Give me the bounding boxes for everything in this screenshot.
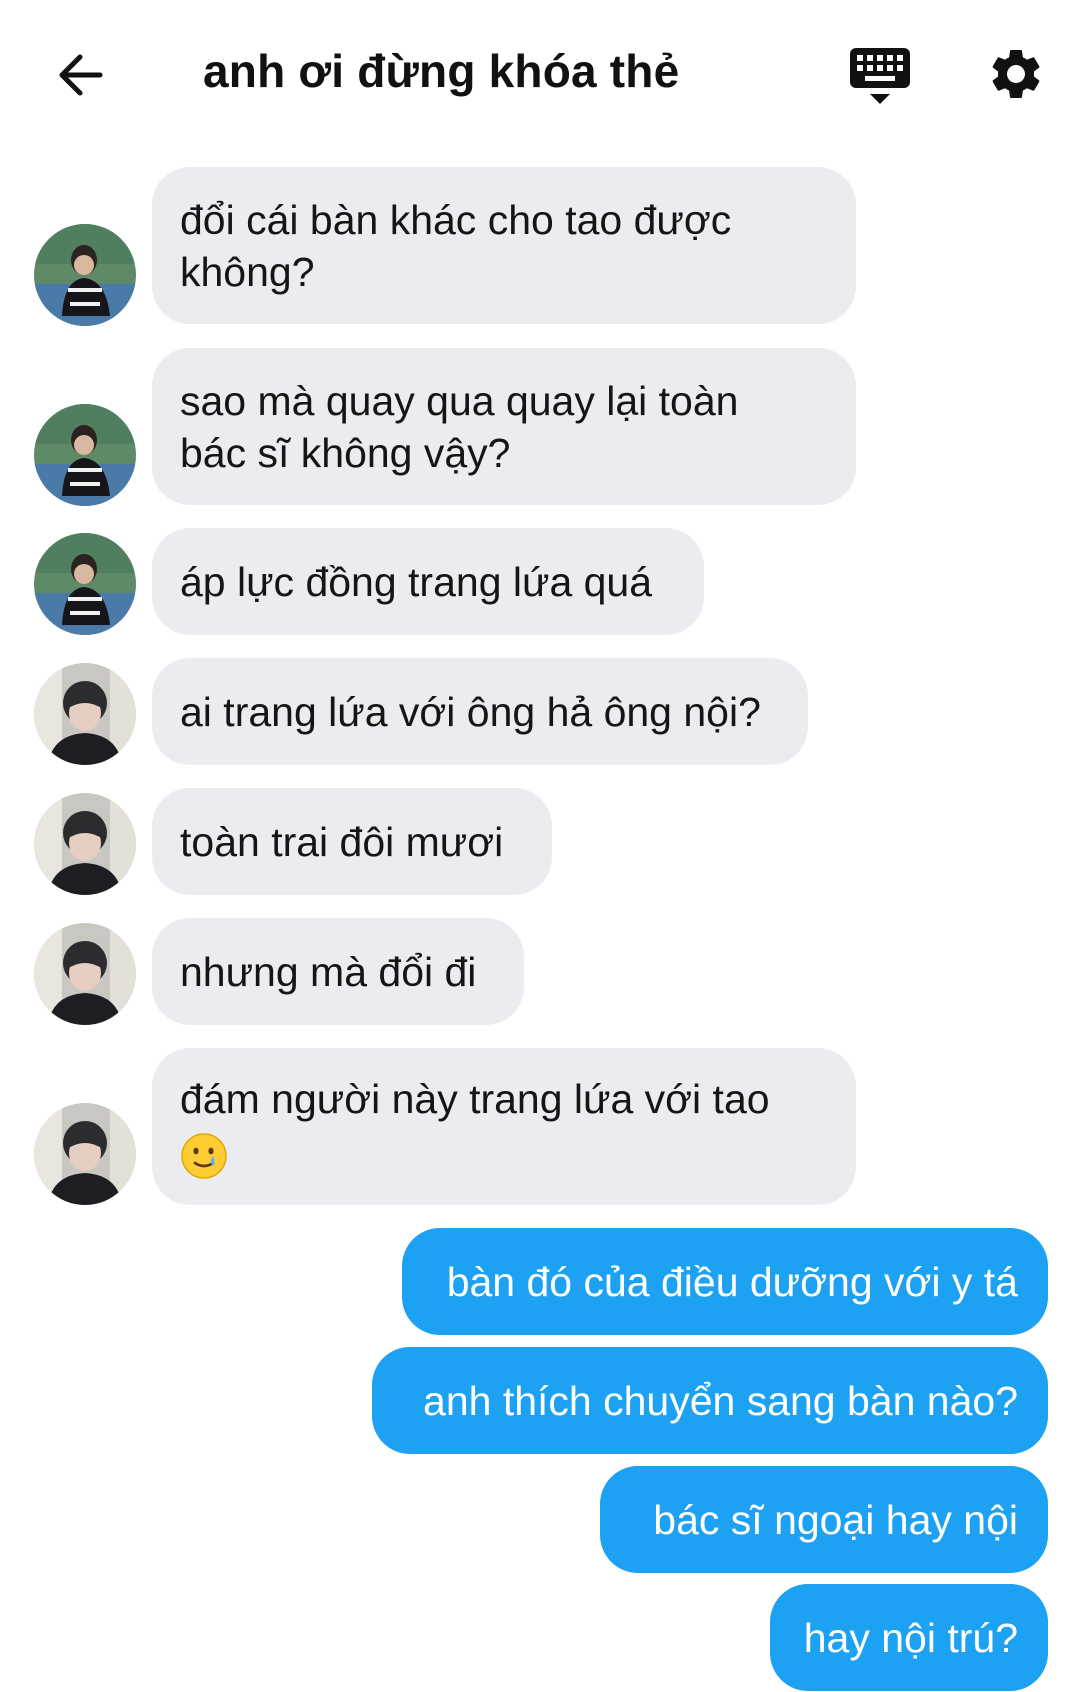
avatar-user-a[interactable] <box>34 533 136 635</box>
avatar-user-a[interactable] <box>34 404 136 506</box>
message-emoji-line <box>180 1125 770 1180</box>
avatar-user-b[interactable] <box>34 663 136 765</box>
message-text-line: bác sĩ ngoại hay nội <box>653 1496 1018 1543</box>
outgoing-message-bubble[interactable]: bác sĩ ngoại hay nội <box>600 1466 1048 1573</box>
incoming-message-bubble[interactable]: áp lực đồng trang lứa quá <box>152 528 704 635</box>
message-text-line: hay nội trú? <box>803 1614 1018 1661</box>
outgoing-message-bubble[interactable]: hay nội trú? <box>770 1584 1048 1691</box>
avatar-user-b[interactable] <box>34 1103 136 1205</box>
outgoing-message-bubble[interactable]: anh thích chuyển sang bàn nào? <box>372 1347 1048 1454</box>
avatar-photo-user-a <box>34 533 136 635</box>
incoming-message-bubble[interactable]: nhưng mà đổi đi <box>152 918 524 1025</box>
incoming-message-bubble[interactable]: sao mà quay qua quay lại toàn bác sĩ khô… <box>152 348 856 505</box>
avatar-photo-user-b <box>34 793 136 895</box>
avatar-photo-user-a <box>34 404 136 506</box>
outgoing-message-bubble[interactable]: bàn đó của điều dưỡng với y tá <box>402 1228 1048 1335</box>
avatar-user-a[interactable] <box>34 224 136 326</box>
message-text-line: sao mà quay qua quay lại toàn <box>180 377 739 424</box>
smiling-face-with-tear-icon <box>181 1133 227 1179</box>
message-text-line: đổi cái bàn khác cho tao được <box>180 196 732 243</box>
incoming-message-bubble[interactable]: toàn trai đôi mươi <box>152 788 552 895</box>
message-text-line: không? <box>180 248 315 295</box>
incoming-message-bubble[interactable]: ai trang lứa với ông hả ông nội? <box>152 658 808 765</box>
message-text-line: đám người này trang lứa với tao <box>180 1075 770 1122</box>
message-text-line: ai trang lứa với ông hả ông nội? <box>180 688 761 735</box>
avatar-photo-user-b <box>34 1103 136 1205</box>
avatar-photo-user-b <box>34 663 136 765</box>
message-text-line: toàn trai đôi mươi <box>180 818 504 865</box>
avatar-user-b[interactable] <box>34 793 136 895</box>
message-list: đổi cái bàn khác cho tao được không? sao… <box>0 0 1080 1692</box>
avatar-photo-user-b <box>34 923 136 1025</box>
avatar-user-b[interactable] <box>34 923 136 1025</box>
avatar-photo-user-a <box>34 224 136 326</box>
message-text-line: áp lực đồng trang lứa quá <box>180 558 653 605</box>
incoming-message-bubble[interactable]: đổi cái bàn khác cho tao được không? <box>152 167 856 324</box>
message-text-line: bác sĩ không vậy? <box>180 429 511 476</box>
message-text-line: nhưng mà đổi đi <box>180 948 477 995</box>
incoming-message-bubble[interactable]: đám người này trang lứa với tao <box>152 1048 856 1205</box>
message-text-line: bàn đó của điều dưỡng với y tá <box>446 1258 1018 1305</box>
message-text-line: anh thích chuyển sang bàn nào? <box>423 1377 1018 1424</box>
